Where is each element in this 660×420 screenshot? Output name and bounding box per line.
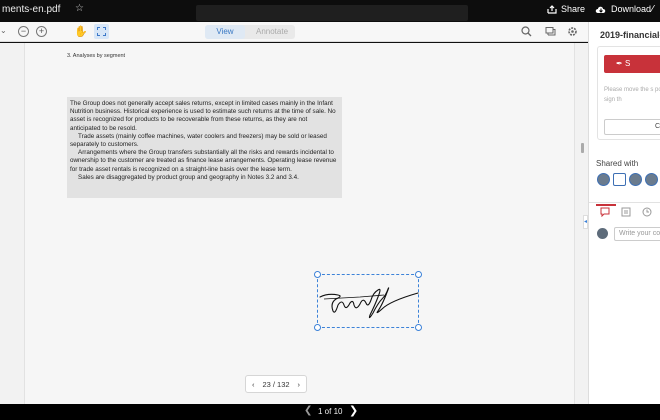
sign-button[interactable]: ✒ S	[604, 55, 660, 73]
comments-icon[interactable]	[545, 26, 556, 40]
avatar[interactable]	[597, 173, 610, 186]
comment-tab-icon[interactable]	[600, 207, 610, 219]
document-viewer[interactable]: 3. Analyses by segment The Group does no…	[0, 43, 588, 404]
collapse-sidebar-icon[interactable]: ◂	[583, 215, 588, 229]
pen-icon: ✒	[616, 59, 623, 68]
shared-with-label: Shared with	[596, 159, 639, 168]
resize-handle[interactable]	[415, 271, 422, 278]
view-tab[interactable]: View	[205, 25, 245, 39]
avatar[interactable]	[645, 173, 658, 186]
shared-avatars	[597, 173, 660, 186]
download-button[interactable]: Download	[595, 4, 651, 14]
select-area-icon[interactable]	[94, 24, 109, 39]
pdf-page: 3. Analyses by segment The Group does no…	[24, 43, 575, 404]
top-search-bar[interactable]	[196, 5, 468, 21]
zoom-in-icon[interactable]: +	[36, 26, 47, 37]
hand-icon[interactable]: ✋	[74, 25, 88, 38]
scrollbar-thumb[interactable]	[581, 143, 584, 153]
download-label: Download	[611, 4, 652, 14]
comment-input[interactable]: Write your co	[614, 227, 660, 241]
share-icon	[547, 4, 557, 14]
paragraph: The Group does not generally accept sale…	[70, 100, 336, 132]
next-file-button[interactable]: ❯	[349, 404, 358, 417]
file-page-indicator: 1 of 10	[318, 407, 343, 416]
page-navigator: ‹ 23 / 132 ›	[245, 375, 307, 393]
more-icon[interactable]: ⁄	[652, 4, 654, 15]
sign-card: ✒ S Please move the s position to sign t…	[597, 46, 660, 140]
sign-hint-text: Please move the s position to sign th	[604, 87, 660, 103]
signature-drawing	[319, 287, 419, 319]
file-title: ments-en.pdf	[2, 4, 61, 15]
next-page-button[interactable]: ›	[297, 380, 300, 389]
active-tab-indicator	[596, 204, 616, 206]
paragraph: Sales are disaggregated by product group…	[78, 173, 299, 181]
share-label: Share	[561, 4, 586, 14]
cloud-download-icon	[595, 6, 606, 13]
mode-toggle: View Annotate	[205, 25, 295, 39]
zoom-out-icon[interactable]: −	[18, 26, 29, 37]
prev-page-button[interactable]: ‹	[252, 380, 255, 389]
resize-handle[interactable]	[415, 324, 422, 331]
divider	[589, 202, 660, 203]
settings-icon[interactable]	[567, 26, 578, 40]
history-tab-icon[interactable]	[642, 207, 652, 219]
star-icon[interactable]: ☆	[75, 3, 84, 14]
top-bar: ments-en.pdf ☆ Share Download ⁄	[0, 0, 660, 22]
avatar[interactable]	[613, 173, 626, 186]
resize-handle[interactable]	[314, 324, 321, 331]
viewer-toolbar: ⌄ − + ✋ View Annotate	[0, 22, 588, 42]
paragraph: Arrangements where the Group transfers s…	[70, 149, 337, 173]
sidebar-tabs	[589, 204, 660, 222]
chevron-down-icon[interactable]: ⌄	[0, 26, 7, 35]
sign-button-label: S	[624, 59, 631, 68]
highlighted-text-block[interactable]: The Group does not generally accept sale…	[67, 97, 342, 198]
page-heading: 3. Analyses by segment	[67, 53, 126, 59]
signature-selection-box[interactable]	[314, 271, 422, 331]
paragraph: Trade assets (mainly coffee machines, wa…	[70, 132, 327, 149]
cancel-button[interactable]: C	[604, 119, 660, 135]
avatar	[597, 228, 608, 239]
search-icon[interactable]	[521, 26, 532, 40]
sidebar-title: 2019-financial-s	[600, 30, 660, 40]
prev-file-button[interactable]: ❮	[304, 405, 312, 416]
share-button[interactable]: Share	[547, 4, 585, 14]
page-indicator: 23 / 132	[262, 379, 290, 389]
bottom-bar: ❮ 1 of 10 ❯	[0, 404, 660, 420]
details-tab-icon[interactable]	[621, 207, 631, 219]
right-sidebar: 2019-financial-s ✒ S Please move the s p…	[588, 22, 660, 404]
annotate-tab[interactable]: Annotate	[249, 25, 295, 39]
avatar[interactable]	[629, 173, 642, 186]
resize-handle[interactable]	[314, 271, 321, 278]
